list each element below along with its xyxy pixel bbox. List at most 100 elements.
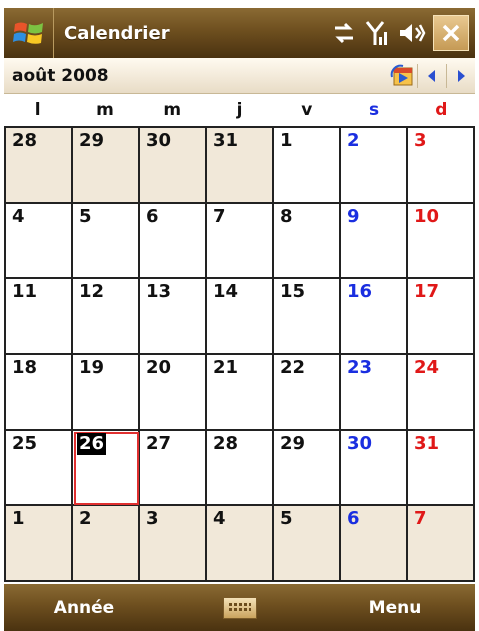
weekday-label: v bbox=[301, 100, 313, 120]
day-number: 12 bbox=[79, 281, 105, 303]
weekday-label: m bbox=[163, 100, 182, 120]
day-number: 9 bbox=[347, 205, 360, 227]
day-cell[interactable]: 25 bbox=[6, 430, 73, 507]
day-cell[interactable]: 21 bbox=[207, 354, 274, 431]
day-cell[interactable]: 24 bbox=[408, 354, 475, 431]
day-number: 28 bbox=[213, 432, 239, 454]
day-cell[interactable]: 29 bbox=[274, 430, 341, 507]
day-cell[interactable]: 18 bbox=[6, 354, 73, 431]
day-number: 7 bbox=[414, 508, 427, 530]
day-cell[interactable]: 13 bbox=[140, 279, 207, 355]
app-title: Calendrier bbox=[64, 22, 170, 44]
day-cell[interactable]: 30 bbox=[341, 430, 408, 507]
day-number: 25 bbox=[12, 432, 38, 454]
next-month-button[interactable] bbox=[447, 61, 475, 91]
day-number: 4 bbox=[213, 508, 226, 530]
day-number: 4 bbox=[12, 205, 25, 227]
day-number: 27 bbox=[146, 432, 172, 454]
day-number: 31 bbox=[213, 130, 239, 151]
day-cell[interactable]: 12 bbox=[73, 279, 140, 355]
day-cell[interactable]: 10 bbox=[408, 203, 475, 280]
weekday-header: lmmjvsd bbox=[4, 96, 475, 126]
day-number: 6 bbox=[347, 508, 360, 530]
day-number: 23 bbox=[347, 356, 373, 378]
day-cell[interactable]: 31 bbox=[408, 430, 475, 507]
day-cell[interactable]: 9 bbox=[341, 203, 408, 280]
day-cell[interactable]: 23 bbox=[341, 354, 408, 431]
day-number: 6 bbox=[146, 205, 159, 227]
day-cell[interactable]: 3 bbox=[140, 506, 207, 582]
volume-icon[interactable] bbox=[395, 13, 429, 53]
day-cell[interactable]: 15 bbox=[274, 279, 341, 355]
day-cell[interactable]: 7 bbox=[207, 203, 274, 280]
day-number: 24 bbox=[414, 356, 440, 378]
day-number: 28 bbox=[12, 130, 38, 151]
go-to-today-icon bbox=[390, 64, 413, 85]
day-cell[interactable]: 16 bbox=[341, 279, 408, 355]
year-softkey[interactable]: Année bbox=[4, 598, 164, 618]
day-number: 31 bbox=[414, 432, 440, 454]
day-cell-today[interactable]: 26 bbox=[73, 430, 140, 507]
day-cell[interactable]: 1 bbox=[274, 128, 341, 204]
day-cell[interactable]: 1 bbox=[6, 506, 73, 582]
day-cell[interactable]: 4 bbox=[6, 203, 73, 280]
day-number: 20 bbox=[146, 356, 172, 378]
close-button[interactable] bbox=[433, 15, 469, 51]
day-number: 3 bbox=[414, 130, 427, 151]
day-number: 14 bbox=[213, 281, 239, 303]
day-number: 22 bbox=[280, 356, 306, 378]
weekday-label: d bbox=[435, 100, 448, 120]
day-cell[interactable]: 17 bbox=[408, 279, 475, 355]
day-number: 5 bbox=[79, 205, 92, 227]
signal-strength-icon[interactable] bbox=[361, 13, 395, 53]
day-number: 3 bbox=[146, 508, 159, 530]
day-cell[interactable]: 2 bbox=[341, 128, 408, 204]
day-number: 26 bbox=[77, 432, 107, 455]
weekday-label: l bbox=[34, 100, 41, 120]
day-number: 21 bbox=[213, 356, 239, 378]
day-cell[interactable]: 3 bbox=[408, 128, 475, 204]
day-cell[interactable]: 6 bbox=[341, 506, 408, 582]
title-bar: Calendrier bbox=[4, 8, 475, 58]
day-cell[interactable]: 5 bbox=[73, 203, 140, 280]
day-cell[interactable]: 8 bbox=[274, 203, 341, 280]
day-cell[interactable]: 30 bbox=[140, 128, 207, 204]
day-cell[interactable]: 6 bbox=[140, 203, 207, 280]
windows-start-icon[interactable] bbox=[4, 8, 54, 58]
day-number: 2 bbox=[79, 508, 92, 530]
day-number: 2 bbox=[347, 130, 360, 151]
day-number: 11 bbox=[12, 281, 38, 303]
day-cell[interactable]: 28 bbox=[6, 128, 73, 204]
weekday-label: m bbox=[96, 100, 114, 120]
close-icon bbox=[442, 24, 460, 42]
arrow-left-icon bbox=[428, 69, 435, 82]
day-cell[interactable]: 20 bbox=[140, 354, 207, 431]
day-cell[interactable]: 22 bbox=[274, 354, 341, 431]
day-number: 29 bbox=[79, 130, 105, 151]
day-number: 13 bbox=[146, 281, 172, 303]
day-number: 17 bbox=[414, 281, 440, 303]
day-cell[interactable]: 19 bbox=[73, 354, 140, 431]
day-number: 15 bbox=[280, 281, 306, 303]
weekday-label: j bbox=[236, 100, 243, 120]
weekday-label: s bbox=[369, 100, 380, 120]
day-cell[interactable]: 14 bbox=[207, 279, 274, 355]
previous-month-button[interactable] bbox=[418, 61, 446, 91]
day-cell[interactable]: 29 bbox=[73, 128, 140, 204]
day-number: 30 bbox=[347, 432, 373, 454]
day-number: 1 bbox=[12, 508, 25, 530]
day-cell[interactable]: 4 bbox=[207, 506, 274, 582]
day-cell[interactable]: 5 bbox=[274, 506, 341, 582]
day-number: 7 bbox=[213, 205, 226, 227]
keyboard-icon[interactable] bbox=[222, 596, 257, 619]
day-cell[interactable]: 27 bbox=[140, 430, 207, 507]
month-header: août 2008 bbox=[4, 58, 475, 94]
day-cell[interactable]: 28 bbox=[207, 430, 274, 507]
connectivity-icon[interactable] bbox=[327, 13, 361, 53]
menu-softkey[interactable]: Menu bbox=[315, 598, 475, 618]
day-cell[interactable]: 2 bbox=[73, 506, 140, 582]
day-cell[interactable]: 31 bbox=[207, 128, 274, 204]
day-cell[interactable]: 11 bbox=[6, 279, 73, 355]
day-cell[interactable]: 7 bbox=[408, 506, 475, 582]
go-to-today-button[interactable] bbox=[389, 61, 417, 91]
